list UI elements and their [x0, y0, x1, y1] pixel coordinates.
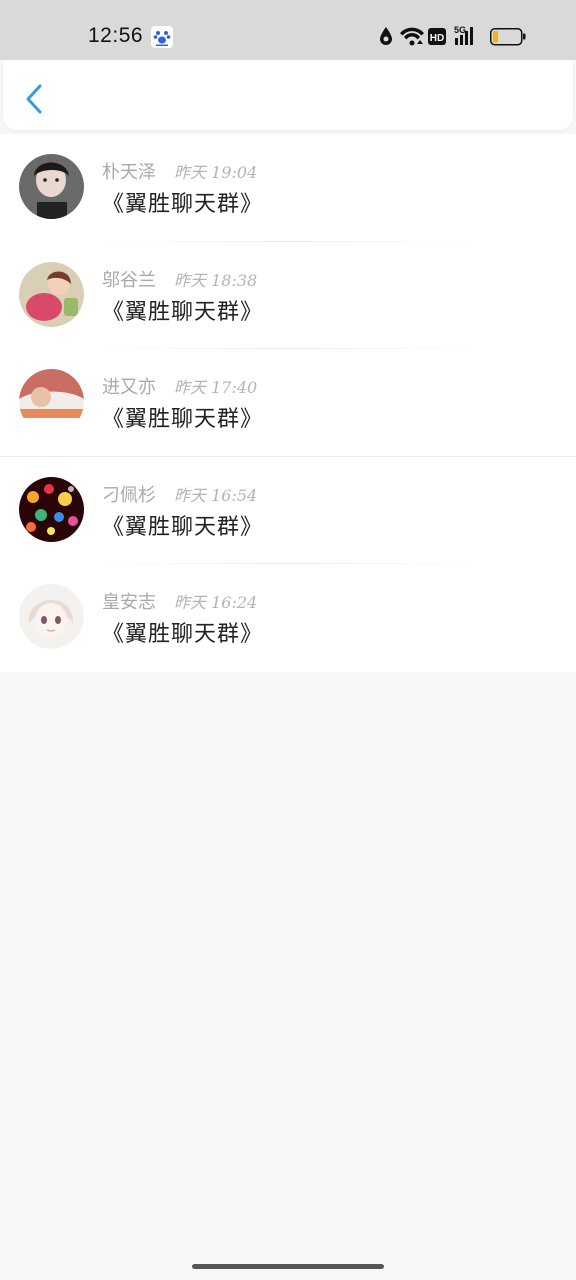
message-time: 昨天 19:04 [174, 163, 258, 182]
message-time: 昨天 16:54 [174, 485, 258, 505]
avatar[interactable] [19, 154, 84, 219]
chevron-left-icon [26, 84, 42, 114]
baidu-paw-icon [151, 26, 173, 48]
avatar[interactable] [19, 261, 84, 327]
chat-list: 朴天泽 昨天 19:04 《翼胜聊天群》 邬谷兰 昨天 18:38 《翼胜聊天群》 [0, 134, 576, 672]
sender-line: 刁佩杉 昨天 16:54 [102, 481, 257, 507]
avatar[interactable] [19, 476, 84, 542]
hd-icon: HD [428, 28, 446, 45]
home-indicator[interactable] [192, 1264, 384, 1269]
sender-name: 朴天泽 [102, 162, 156, 183]
sender-line: 邬谷兰 昨天 18:38 [102, 266, 257, 292]
list-item[interactable]: 朴天泽 昨天 19:04 《翼胜聊天群》 [0, 134, 576, 242]
message-preview: 《翼胜聊天群》 [102, 407, 264, 433]
sender-name: 邬谷兰 [102, 269, 156, 291]
message-preview: 《翼胜聊天群》 [102, 299, 264, 325]
svg-text:5G: 5G [454, 25, 466, 35]
sender-line: 进又亦 昨天 17:40 [102, 373, 257, 399]
data-saver-icon [380, 27, 392, 45]
status-bar: 12:56 HD 5G [0, 0, 576, 60]
signal-5g-icon: 5G [454, 25, 473, 45]
sender-name: 刁佩杉 [102, 484, 156, 506]
sender-line: 皇安志 昨天 16:24 [102, 588, 257, 614]
back-button[interactable] [17, 82, 51, 116]
list-item[interactable]: 刁佩杉 昨天 16:54 《翼胜聊天群》 [0, 457, 576, 565]
wifi-icon [400, 27, 424, 46]
message-preview: 《翼胜聊天群》 [102, 514, 264, 540]
sender-name: 皇安志 [102, 592, 156, 614]
list-item[interactable]: 皇安志 昨天 16:24 《翼胜聊天群》 [0, 564, 576, 672]
message-preview: 《翼胜聊天群》 [102, 622, 264, 648]
sender-line: 朴天泽 昨天 19:04 [102, 158, 257, 184]
message-time: 昨天 16:24 [174, 593, 258, 613]
message-preview: 《翼胜聊天群》 [102, 192, 264, 217]
avatar[interactable] [19, 369, 84, 435]
message-time: 昨天 17:40 [174, 378, 258, 398]
app-header [3, 60, 573, 130]
list-item[interactable]: 邬谷兰 昨天 18:38 《翼胜聊天群》 [0, 242, 576, 350]
svg-text:HD: HD [430, 33, 444, 44]
list-item[interactable]: 进又亦 昨天 17:40 《翼胜聊天群》 [0, 349, 576, 457]
status-icons: HD 5G [380, 24, 532, 50]
battery-icon [490, 28, 526, 46]
message-time: 昨天 18:38 [174, 270, 258, 290]
status-time: 12:56 [88, 24, 144, 47]
sender-name: 进又亦 [102, 377, 156, 399]
avatar[interactable] [19, 584, 84, 650]
